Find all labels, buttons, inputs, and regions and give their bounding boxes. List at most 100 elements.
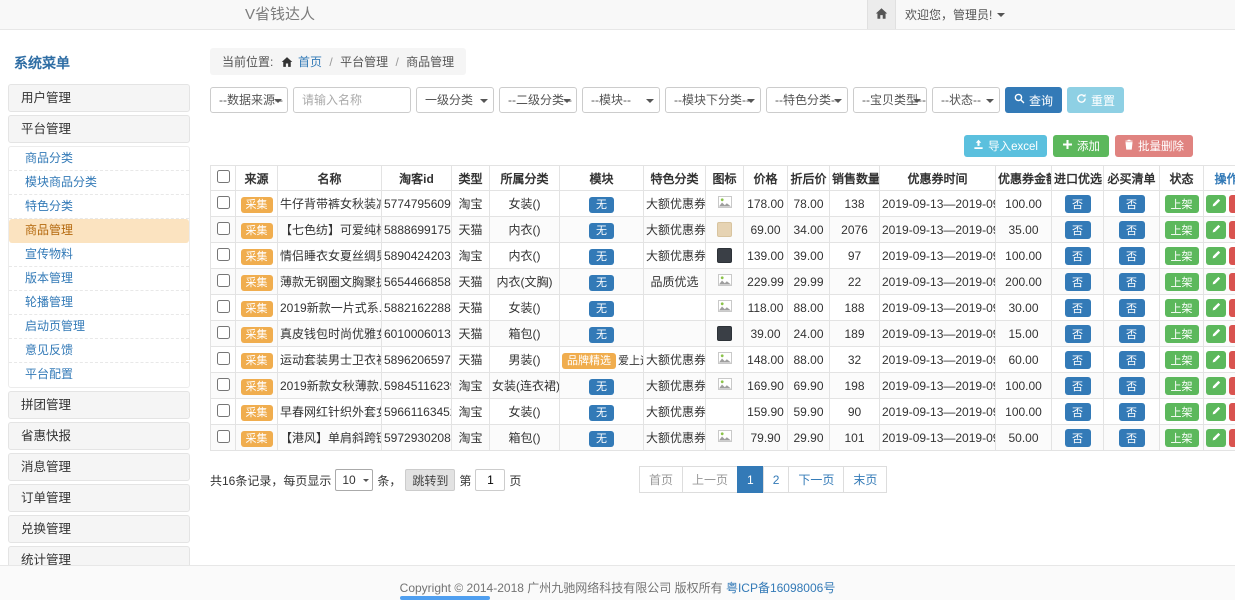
delete-button[interactable] — [1229, 247, 1235, 265]
sidebar-sub-item[interactable]: 轮播管理 — [9, 291, 189, 315]
filter-select-3[interactable]: --模块-- — [582, 87, 660, 113]
select-all-checkbox[interactable] — [217, 170, 230, 183]
delete-button[interactable] — [1229, 325, 1235, 343]
sidebar-sub-item[interactable]: 商品管理 — [9, 219, 189, 243]
filter-select-0[interactable]: --数据来源-- — [210, 87, 288, 113]
import-select-toggle[interactable]: 否 — [1065, 195, 1091, 213]
per-page-select[interactable]: 10 — [335, 469, 373, 491]
edit-button[interactable] — [1206, 351, 1226, 369]
status-button[interactable]: 上架 — [1165, 351, 1199, 369]
sidebar-sub-item[interactable]: 启动页管理 — [9, 315, 189, 339]
page-prev-button[interactable]: 上一页 — [682, 466, 738, 493]
sidebar-group-item[interactable]: 消息管理 — [8, 453, 190, 481]
status-button[interactable]: 上架 — [1165, 247, 1199, 265]
status-button[interactable]: 上架 — [1165, 403, 1199, 421]
sidebar-group-item[interactable]: 兑换管理 — [8, 515, 190, 543]
sidebar-sub-item[interactable]: 商品分类 — [9, 147, 189, 171]
status-button[interactable]: 上架 — [1165, 221, 1199, 239]
edit-button[interactable] — [1206, 377, 1226, 395]
import-select-toggle[interactable]: 否 — [1065, 221, 1091, 239]
row-checkbox[interactable] — [217, 248, 230, 261]
search-name-input[interactable] — [293, 87, 411, 113]
delete-button[interactable] — [1229, 377, 1235, 395]
page-last-button[interactable]: 末页 — [843, 466, 887, 493]
must-buy-toggle[interactable]: 否 — [1119, 351, 1145, 369]
import-select-toggle[interactable]: 否 — [1065, 325, 1091, 343]
filter-select-7[interactable]: --状态-- — [932, 87, 1000, 113]
sidebar-group-item[interactable]: 统计管理 — [8, 546, 190, 565]
edit-button[interactable] — [1206, 403, 1226, 421]
filter-select-2[interactable]: --二级分类-- — [499, 87, 577, 113]
filter-select-1[interactable]: 一级分类 — [416, 87, 494, 113]
page-number-button[interactable]: 2 — [763, 466, 790, 493]
edit-button[interactable] — [1206, 247, 1226, 265]
row-checkbox[interactable] — [217, 222, 230, 235]
sidebar-sub-item[interactable]: 意见反馈 — [9, 339, 189, 363]
sidebar-sub-item[interactable]: 特色分类 — [9, 195, 189, 219]
page-next-button[interactable]: 下一页 — [788, 466, 844, 493]
must-buy-toggle[interactable]: 否 — [1119, 429, 1145, 447]
row-checkbox[interactable] — [217, 274, 230, 287]
edit-button[interactable] — [1206, 429, 1226, 447]
must-buy-toggle[interactable]: 否 — [1119, 325, 1145, 343]
filter-select-4[interactable]: --模块下分类-- — [665, 87, 761, 113]
add-button[interactable]: 添加 — [1053, 135, 1109, 157]
import-select-toggle[interactable]: 否 — [1065, 247, 1091, 265]
must-buy-toggle[interactable]: 否 — [1119, 377, 1145, 395]
row-checkbox[interactable] — [217, 326, 230, 339]
status-button[interactable]: 上架 — [1165, 273, 1199, 291]
jump-button[interactable]: 跳转到 — [405, 469, 455, 491]
status-button[interactable]: 上架 — [1165, 299, 1199, 317]
sidebar-sub-item[interactable]: 版本管理 — [9, 267, 189, 291]
edit-button[interactable] — [1206, 221, 1226, 239]
row-checkbox[interactable] — [217, 196, 230, 209]
must-buy-toggle[interactable]: 否 — [1119, 247, 1145, 265]
import-excel-button[interactable]: 导入excel — [964, 135, 1047, 157]
home-button[interactable] — [867, 0, 896, 29]
delete-button[interactable] — [1229, 299, 1235, 317]
must-buy-toggle[interactable]: 否 — [1119, 403, 1145, 421]
sidebar-group-item[interactable]: 拼团管理 — [8, 391, 190, 419]
must-buy-toggle[interactable]: 否 — [1119, 195, 1145, 213]
sidebar-group-item[interactable]: 用户管理 — [8, 84, 190, 112]
import-select-toggle[interactable]: 否 — [1065, 429, 1091, 447]
edit-button[interactable] — [1206, 273, 1226, 291]
must-buy-toggle[interactable]: 否 — [1119, 273, 1145, 291]
import-select-toggle[interactable]: 否 — [1065, 299, 1091, 317]
sidebar-sub-item[interactable]: 平台配置 — [9, 363, 189, 387]
sidebar-sub-item[interactable]: 宣传物料 — [9, 243, 189, 267]
row-checkbox[interactable] — [217, 378, 230, 391]
row-checkbox[interactable] — [217, 352, 230, 365]
status-button[interactable]: 上架 — [1165, 195, 1199, 213]
import-select-toggle[interactable]: 否 — [1065, 273, 1091, 291]
edit-button[interactable] — [1206, 299, 1226, 317]
sidebar-group-item[interactable]: 平台管理 — [8, 115, 190, 143]
user-menu[interactable]: 欢迎您，管理员! — [905, 0, 1005, 30]
delete-button[interactable] — [1229, 351, 1235, 369]
breadcrumb-home-link[interactable]: 首页 — [298, 55, 322, 69]
page-number-button[interactable]: 1 — [737, 466, 764, 493]
reset-button[interactable]: 重置 — [1067, 87, 1124, 113]
must-buy-toggle[interactable]: 否 — [1119, 299, 1145, 317]
filter-select-6[interactable]: --宝贝类型-- — [853, 87, 927, 113]
sidebar-group-item[interactable]: 订单管理 — [8, 484, 190, 512]
import-select-toggle[interactable]: 否 — [1065, 351, 1091, 369]
row-checkbox[interactable] — [217, 430, 230, 443]
sidebar-sub-item[interactable]: 模块商品分类 — [9, 171, 189, 195]
edit-button[interactable] — [1206, 325, 1226, 343]
icp-link[interactable]: 粤ICP备16098006号 — [726, 581, 835, 595]
row-checkbox[interactable] — [217, 404, 230, 417]
must-buy-toggle[interactable]: 否 — [1119, 221, 1145, 239]
status-button[interactable]: 上架 — [1165, 429, 1199, 447]
delete-button[interactable] — [1229, 429, 1235, 447]
scrollbar-thumb[interactable] — [400, 596, 490, 600]
row-checkbox[interactable] — [217, 300, 230, 313]
import-select-toggle[interactable]: 否 — [1065, 377, 1091, 395]
search-button[interactable]: 查询 — [1005, 87, 1062, 113]
page-first-button[interactable]: 首页 — [639, 466, 683, 493]
jump-page-input[interactable] — [475, 469, 505, 491]
batch-delete-button[interactable]: 批量删除 — [1115, 135, 1193, 157]
sidebar-group-item[interactable]: 省惠快报 — [8, 422, 190, 450]
delete-button[interactable] — [1229, 221, 1235, 239]
delete-button[interactable] — [1229, 273, 1235, 291]
